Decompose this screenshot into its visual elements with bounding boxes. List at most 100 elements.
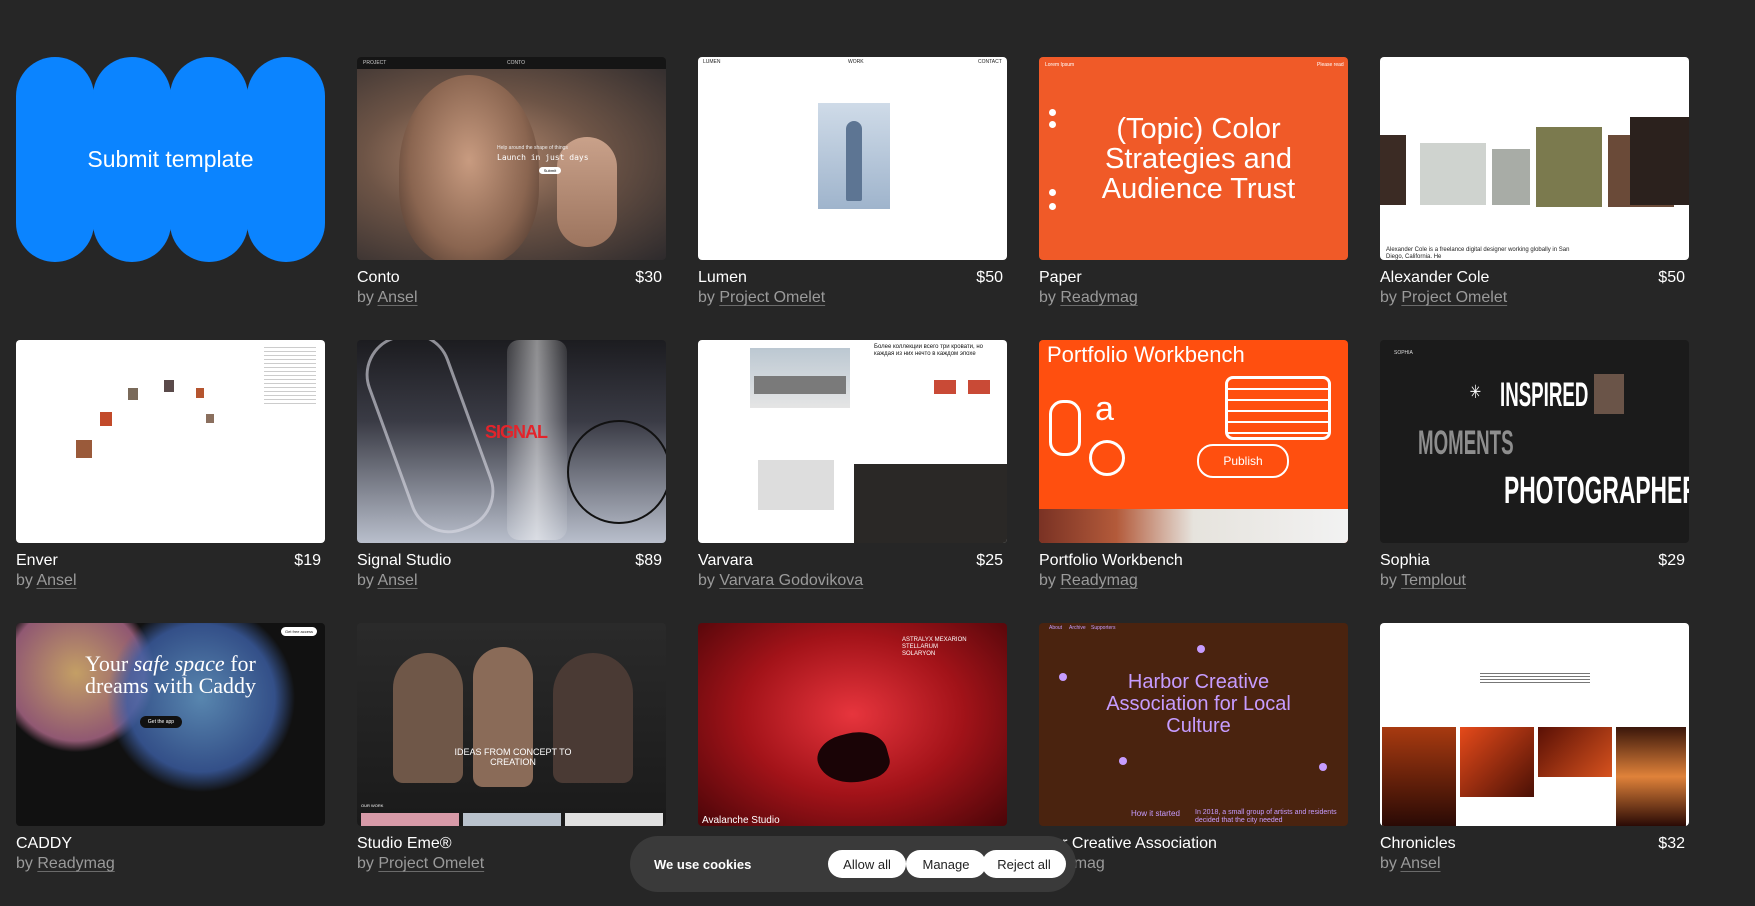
author-link[interactable]: Readymag: [1060, 572, 1137, 589]
by-text: by: [1380, 572, 1397, 589]
dot-icon: [1197, 645, 1205, 653]
template-thumbnail[interactable]: Get free access Your safe space for drea…: [16, 623, 325, 826]
template-thumbnail[interactable]: [1380, 623, 1689, 826]
author-link[interactable]: Varvara Godovikova: [719, 572, 863, 589]
cookie-message: We use cookies: [654, 856, 752, 872]
author-link[interactable]: Project Omelet: [1401, 289, 1507, 306]
template-price: $50: [1658, 269, 1685, 286]
template-byline: by Ansel: [16, 571, 325, 591]
photo-tile: [196, 388, 204, 398]
template-card-sophia[interactable]: SOPHIA ✳ INSPIRED MOMENTS PHOTOGRAPHER S…: [1380, 340, 1689, 623]
template-thumbnail[interactable]: Более коллекции всего три кровати, но ка…: [698, 340, 1007, 543]
photo-tile: [463, 813, 561, 826]
thumb-section: OUR WORK: [361, 803, 384, 808]
template-title[interactable]: Varvara: [698, 551, 753, 571]
reject-all-cookies-button[interactable]: Reject all: [982, 850, 1066, 878]
template-card-enver[interactable]: Enver $19 by Ansel: [16, 340, 325, 623]
by-text: by: [16, 855, 33, 872]
template-thumbnail[interactable]: [16, 340, 325, 543]
text-column: [264, 344, 316, 404]
template-title[interactable]: CADDY: [16, 834, 72, 854]
model-figure: [846, 121, 862, 201]
ring-shape: [567, 420, 666, 524]
template-thumbnail[interactable]: PROJECT CONTO Help around the shape of t…: [357, 57, 666, 260]
thumb-publish-button: Publish: [1197, 444, 1289, 478]
template-price: $89: [635, 552, 662, 569]
template-title[interactable]: Signal Studio: [357, 551, 451, 571]
allow-all-cookies-button[interactable]: Allow all: [828, 850, 906, 878]
template-thumbnail[interactable]: IDEAS FROM CONCEPT TO CREATION OUR WORK: [357, 623, 666, 826]
template-byline: by Ansel: [1380, 854, 1689, 874]
template-card-paper[interactable]: Lorem Ipsum Please read (Topic) Color St…: [1039, 57, 1348, 340]
template-title[interactable]: Studio Eme®: [357, 834, 452, 854]
dot-icon: [1049, 121, 1056, 128]
kiosk-sign: [754, 376, 846, 394]
portrait-figure: [399, 75, 539, 260]
template-thumbnail[interactable]: Alexander Cole is a freelance digital de…: [1380, 57, 1689, 260]
thumb-kicker: Help around the shape of things: [497, 145, 568, 151]
by-text: by: [357, 572, 374, 589]
template-card-signal-studio[interactable]: SIGNAL Signal Studio $89 by Ansel: [357, 340, 666, 623]
manage-cookies-button[interactable]: Manage: [906, 850, 986, 878]
author-link[interactable]: Ansel: [377, 572, 417, 589]
template-card-conto[interactable]: PROJECT CONTO Help around the shape of t…: [357, 57, 666, 340]
template-thumbnail[interactable]: SIGNAL: [357, 340, 666, 543]
author-link[interactable]: Project Omelet: [378, 855, 484, 872]
photo-tile: [758, 460, 834, 510]
photo-tile: [164, 380, 174, 392]
photo-tile: [361, 813, 459, 826]
author-link[interactable]: Ansel: [377, 289, 417, 306]
by-text: by: [698, 572, 715, 589]
author-link[interactable]: Templout: [1401, 572, 1466, 589]
template-card-harbor-creative-association[interactable]: About Archive Supporters Harbor Creative…: [1039, 623, 1348, 906]
template-card-portfolio-workbench[interactable]: Portfolio Workbench a Publish Portfolio …: [1039, 340, 1348, 623]
template-title[interactable]: Sophia: [1380, 551, 1430, 571]
template-card-caddy[interactable]: Get free access Your safe space for drea…: [16, 623, 325, 906]
photo-tile: [1616, 727, 1686, 826]
author-link[interactable]: Readymag: [37, 855, 114, 872]
photo-tile: [1380, 135, 1406, 205]
submit-template-button[interactable]: Submit template: [16, 57, 325, 262]
template-price: $50: [976, 269, 1003, 286]
template-title[interactable]: Conto: [357, 268, 400, 288]
template-title[interactable]: Paper: [1039, 268, 1082, 288]
author-link[interactable]: Project Omelet: [719, 289, 825, 306]
template-byline: by Templout: [1380, 571, 1689, 591]
dot-icon: [1119, 757, 1127, 765]
submit-template-card[interactable]: Submit template: [16, 57, 325, 340]
letter-a-glyph: a: [1095, 390, 1114, 428]
template-title[interactable]: Lumen: [698, 268, 747, 288]
template-title[interactable]: Portfolio Workbench: [1039, 551, 1183, 571]
thumb-caption: Alexander Cole is a freelance digital de…: [1386, 247, 1570, 260]
template-title[interactable]: Alexander Cole: [1380, 268, 1489, 288]
by-text: by: [16, 572, 33, 589]
template-thumbnail[interactable]: LUMEN WORK CONTACT: [698, 57, 1007, 260]
template-card-alexander-cole[interactable]: Alexander Cole is a freelance digital de…: [1380, 57, 1689, 340]
photo-tile: [100, 412, 112, 426]
template-card-chronicles[interactable]: Chronicles $32 by Ansel: [1380, 623, 1689, 906]
thumb-cta: Get the app: [140, 716, 182, 728]
template-thumbnail[interactable]: Lorem Ipsum Please read (Topic) Color St…: [1039, 57, 1348, 260]
zero-glyph: [1049, 400, 1081, 456]
template-thumbnail[interactable]: SOPHIA ✳ INSPIRED MOMENTS PHOTOGRAPHER: [1380, 340, 1689, 543]
template-card-studio-eme[interactable]: IDEAS FROM CONCEPT TO CREATION OUR WORK …: [357, 623, 666, 906]
thumb-headline: IDEAS FROM CONCEPT TO CREATION: [454, 747, 572, 767]
author-link[interactable]: Readymag: [1060, 289, 1137, 306]
template-title[interactable]: Chronicles: [1380, 834, 1456, 854]
by-text: by: [698, 289, 715, 306]
template-thumbnail[interactable]: Portfolio Workbench a Publish: [1039, 340, 1348, 543]
template-card-lumen[interactable]: LUMEN WORK CONTACT Lumen $50 by Project O…: [698, 57, 1007, 340]
thumb-nav-text: CONTACT: [978, 59, 1002, 65]
by-text: by: [1380, 855, 1397, 872]
template-thumbnail[interactable]: ASTRALYX MEXARION STELLARUM SOLARYON Ava…: [698, 623, 1007, 826]
dot-icon: [1049, 203, 1056, 210]
photo-tile: [1382, 727, 1456, 826]
author-link[interactable]: Ansel: [36, 572, 76, 589]
template-thumbnail[interactable]: About Archive Supporters Harbor Creative…: [1039, 623, 1348, 826]
thumb-nav-text: Lorem Ipsum: [1045, 62, 1075, 68]
image-strip: [1039, 509, 1348, 543]
by-text: by: [1039, 289, 1056, 306]
template-card-varvara[interactable]: Более коллекции всего три кровати, но ка…: [698, 340, 1007, 623]
template-title[interactable]: Enver: [16, 551, 58, 571]
author-link[interactable]: Ansel: [1400, 855, 1440, 872]
